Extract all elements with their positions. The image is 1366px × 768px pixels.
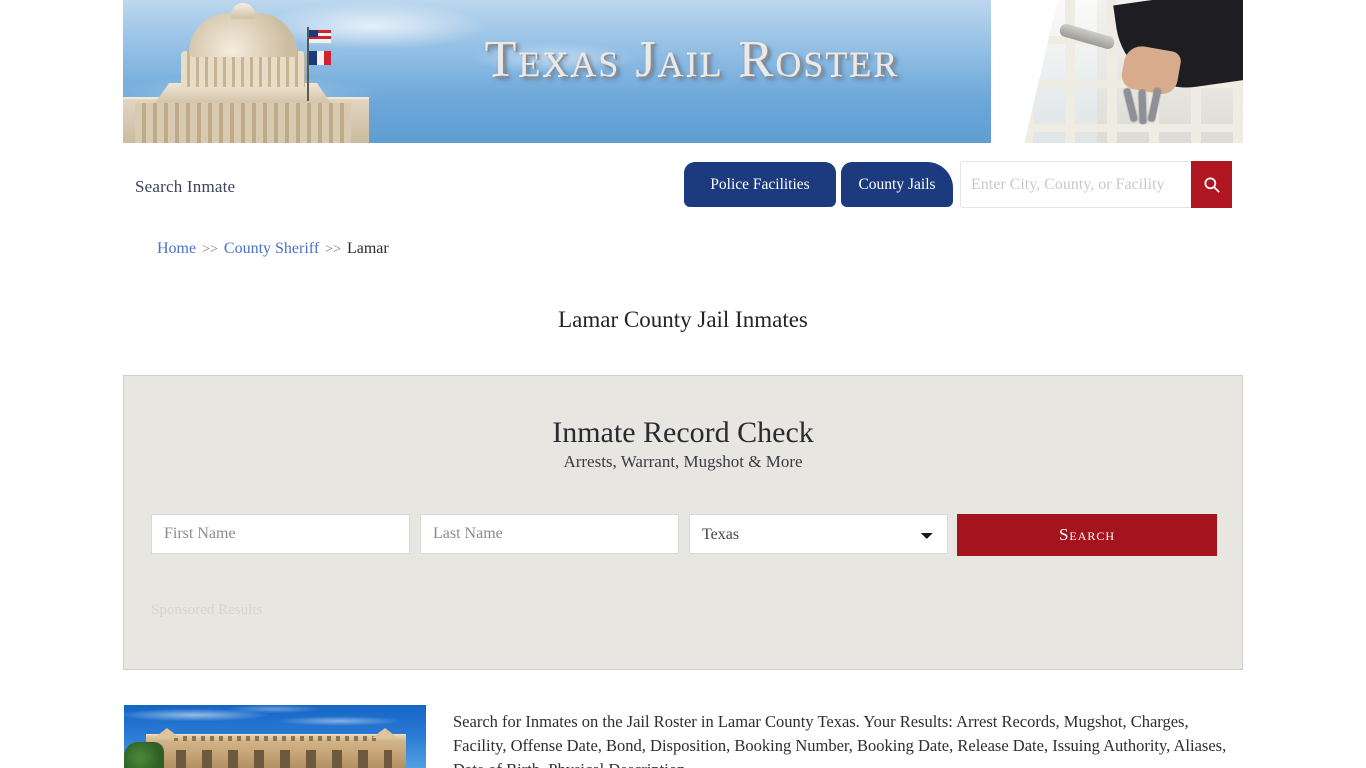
thumbnail-tree — [124, 742, 164, 768]
top-navbar: Search Inmate Police Facilities County J… — [123, 143, 1243, 223]
page-title: Lamar County Jail Inmates — [558, 307, 808, 333]
thumbnail-windows — [160, 750, 392, 768]
breadcrumb-item-home[interactable]: Home — [157, 240, 196, 257]
inmate-record-check-panel: Inmate Record Check Arrests, Warrant, Mu… — [123, 375, 1243, 670]
breadcrumb-separator: >> — [202, 242, 218, 257]
thumbnail-dentils — [174, 736, 378, 741]
sponsored-results-label: Sponsored Results — [151, 602, 263, 618]
panel-subtitle: Arrests, Warrant, Mugshot & More — [563, 452, 803, 471]
site-brand[interactable]: Search Inmate — [135, 177, 235, 197]
breadcrumb: Home >> County Sheriff >> Lamar — [157, 240, 389, 258]
last-name-input[interactable] — [420, 514, 679, 554]
header-search-input[interactable] — [960, 161, 1192, 208]
page-description: Search for Inmates on the Jail Roster in… — [453, 712, 1227, 768]
breadcrumb-item-county-sheriff[interactable]: County Sheriff — [224, 240, 319, 257]
courthouse-thumbnail[interactable] — [124, 705, 426, 768]
first-name-input[interactable] — [151, 514, 410, 554]
keys-icon — [1122, 84, 1171, 130]
panel-search-button[interactable]: Search — [957, 514, 1217, 556]
capitol-columns — [135, 103, 351, 143]
jail-door-image — [991, 0, 1243, 143]
capitol-lantern — [231, 3, 255, 19]
site-banner: Texas Jail Roster — [123, 0, 1243, 143]
page-root: Texas Jail Roster Search Inmate Police F… — [0, 0, 1366, 768]
search-icon — [1204, 177, 1220, 193]
state-select[interactable]: Texas — [689, 514, 948, 554]
breadcrumb-item-lamar: Lamar — [346, 240, 389, 257]
breadcrumb-separator: >> — [325, 242, 341, 257]
tab-police-facilities[interactable]: Police Facilities — [684, 162, 836, 207]
inmate-search-form: Texas Search — [151, 514, 1217, 556]
header-search — [960, 161, 1232, 208]
tab-county-jails[interactable]: County Jails — [841, 162, 953, 207]
panel-title: Inmate Record Check — [552, 416, 814, 449]
header-search-button[interactable] — [1191, 161, 1232, 208]
